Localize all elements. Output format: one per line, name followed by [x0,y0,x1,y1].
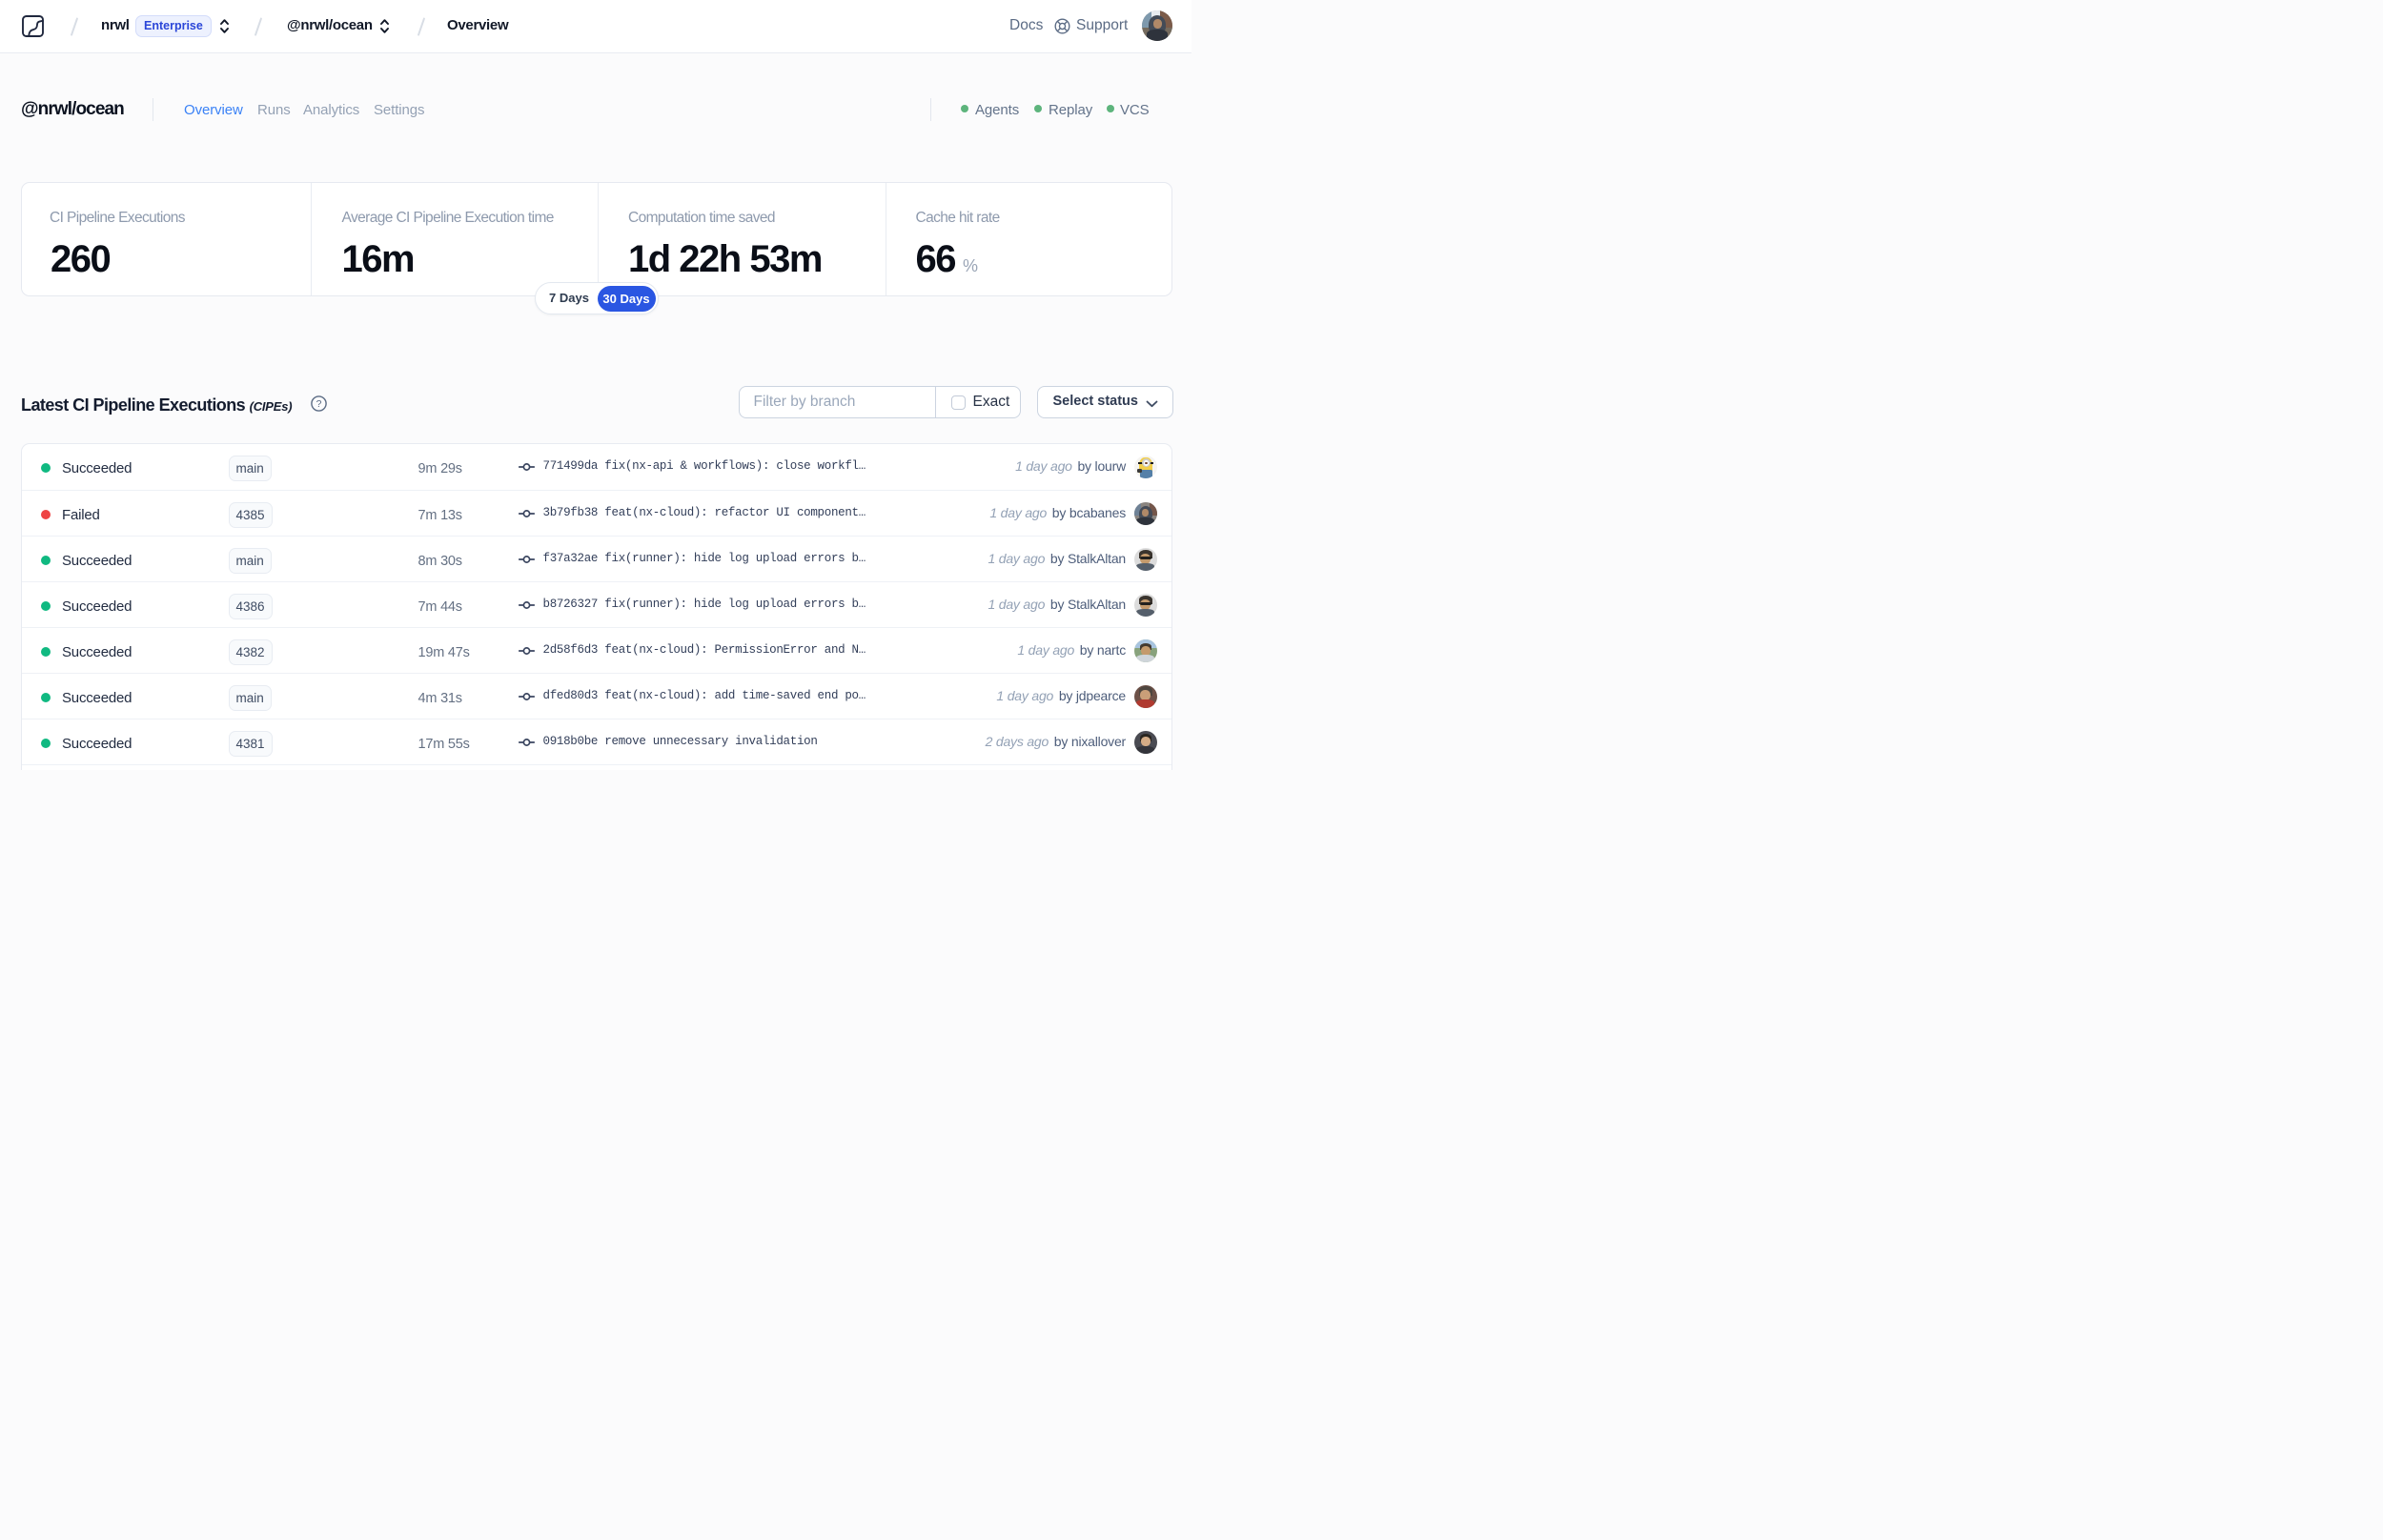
svg-text:?: ? [316,398,322,410]
